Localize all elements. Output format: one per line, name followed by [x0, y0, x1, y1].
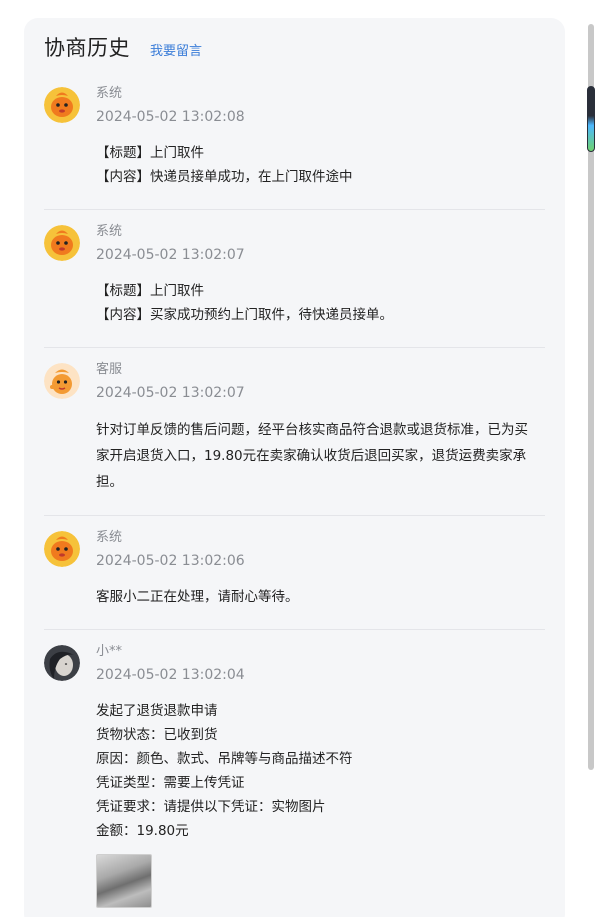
content-line: 金额：19.80元 [96, 823, 189, 839]
content-line: 凭证类型：需要上传凭证 [96, 775, 245, 791]
record-author: 系统 [96, 86, 123, 101]
record-time: 2024-05-02 13:02:04 [96, 667, 245, 683]
content-line: 【标题】上门取件 [96, 283, 204, 299]
content-line: 发起了退货退款申请 [96, 703, 218, 719]
content-line: 针对订单反馈的售后问题，经平台核实商品符合退款或退货标准，已为买 [96, 422, 528, 438]
record-time: 2024-05-02 13:02:06 [96, 553, 245, 569]
content-line: 家开启退货入口，19.80元在卖家确认收货后退回买家，退货运费卖家承 [96, 448, 527, 464]
content-line: 货物状态：已收到货 [96, 727, 218, 743]
record-content: 发起了退货退款申请 货物状态：已收到货 原因：颜色、款式、吊牌等与商品描述不符 … [96, 699, 545, 908]
record-author: 客服 [96, 362, 123, 377]
record-content: 【标题】上门取件 【内容】买家成功预约上门取件，待快递员接单。 [96, 279, 545, 327]
panel-title: 协商历史 [44, 36, 130, 60]
user-avatar [44, 645, 80, 681]
panel-header: 协商历史 我要留言 [44, 32, 545, 72]
negotiation-history-panel: 协商历史 我要留言 系统 2024-05-02 13:02:08 【标题】上门取… [24, 18, 565, 917]
content-line: 原因：颜色、款式、吊牌等与商品描述不符 [96, 751, 353, 767]
history-record: 系统 2024-05-02 13:02:08 【标题】上门取件 【内容】快递员接… [44, 72, 545, 209]
left-edge [0, 0, 24, 917]
content-line: 【内容】快递员接单成功，在上门取件途中 [96, 169, 353, 185]
record-content: 客服小二正在处理，请耐心等待。 [96, 585, 545, 609]
evidence-photo[interactable] [96, 854, 152, 908]
content-line: 客服小二正在处理，请耐心等待。 [96, 589, 299, 605]
mascot-icon [44, 531, 80, 567]
content-line: 凭证要求：请提供以下凭证：实物图片 [96, 799, 326, 815]
service-mascot-icon [44, 363, 80, 399]
leave-message-link[interactable]: 我要留言 [150, 40, 202, 59]
history-record: 系统 2024-05-02 13:02:06 客服小二正在处理，请耐心等待。 [44, 515, 545, 629]
mascot-icon [44, 87, 80, 123]
scroll-indicator [587, 86, 595, 152]
history-record: 系统 2024-05-02 13:02:07 【标题】上门取件 【内容】买家成功… [44, 209, 545, 347]
content-line: 【标题】上门取件 [96, 145, 204, 161]
record-author: 系统 [96, 224, 123, 239]
page: 协商历史 我要留言 系统 2024-05-02 13:02:08 【标题】上门取… [0, 0, 597, 917]
record-time: 2024-05-02 13:02:07 [96, 247, 245, 263]
record-author: 系统 [96, 530, 123, 545]
history-record: 小** 2024-05-02 13:02:04 发起了退货退款申请 货物状态：已… [44, 629, 545, 917]
record-content: 【标题】上门取件 【内容】快递员接单成功，在上门取件途中 [96, 141, 545, 189]
content-line: 担。 [96, 474, 123, 490]
record-time: 2024-05-02 13:02:08 [96, 109, 245, 125]
content-line: 【内容】买家成功预约上门取件，待快递员接单。 [96, 307, 393, 323]
record-author: 小** [96, 644, 123, 659]
record-content: 针对订单反馈的售后问题，经平台核实商品符合退款或退货标准，已为买 家开启退货入口… [96, 417, 545, 495]
history-record: 客服 2024-05-02 13:02:07 针对订单反馈的售后问题，经平台核实… [44, 347, 545, 515]
record-time: 2024-05-02 13:02:07 [96, 385, 245, 401]
mascot-icon [44, 225, 80, 261]
